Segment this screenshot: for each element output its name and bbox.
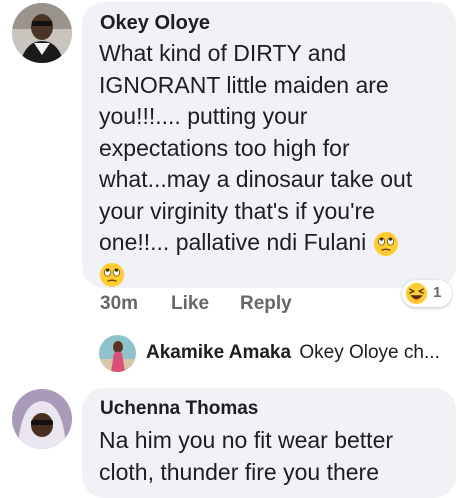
- comment-author[interactable]: Okey Oloye: [100, 12, 210, 35]
- reply-author[interactable]: Akamike Amaka: [146, 342, 291, 363]
- comment-text-line: IGNORANT little maiden are: [99, 71, 389, 98]
- avatar[interactable]: [12, 3, 72, 63]
- reaction-count: 1: [433, 284, 442, 301]
- reply-preview[interactable]: Akamike Amaka Okey Oloye ch...: [146, 342, 440, 364]
- comment-text: What kind of DIRTY and IGNORANT little m…: [99, 38, 451, 290]
- comment-text-line: cloth, thunder fire you there: [99, 458, 379, 485]
- comment-emoji-line: [99, 259, 451, 291]
- profile-photo-icon: [99, 335, 136, 372]
- profile-photo-icon: [12, 3, 72, 63]
- comment-text-line: you!!!.... putting your: [99, 103, 308, 129]
- laughing-emoji-icon: [405, 282, 428, 305]
- comment-text: Na him you no fit wear better cloth, thu…: [99, 425, 451, 488]
- comment-timestamp[interactable]: 30m: [100, 293, 138, 315]
- comment-text-line: Na him you no fit wear better: [99, 427, 394, 453]
- comment-text-line: What kind of DIRTY and: [99, 40, 347, 66]
- comment-text-line: your virginity that's if you're: [99, 197, 375, 224]
- eye-roll-emoji-icon: [373, 231, 398, 256]
- comment-author[interactable]: Uchenna Thomas: [100, 398, 258, 420]
- comment-text-line-with-emoji: one!!... pallative ndi Fulani: [99, 227, 451, 259]
- reply-avatar[interactable]: [99, 335, 136, 372]
- reply-snippet: Okey Oloye ch...: [299, 342, 440, 363]
- reaction-summary[interactable]: 1: [402, 280, 452, 307]
- like-button[interactable]: Like: [171, 293, 209, 315]
- comment-text-line: one!!... pallative ndi Fulani: [99, 229, 367, 255]
- eye-roll-emoji-icon: [100, 263, 124, 288]
- comment-text-line: what...may a dinosaur take out: [99, 166, 413, 192]
- avatar[interactable]: [12, 389, 72, 449]
- profile-photo-icon: [12, 389, 72, 449]
- comment-text-line: expectations too high for: [99, 134, 350, 161]
- reply-button[interactable]: Reply: [240, 293, 292, 315]
